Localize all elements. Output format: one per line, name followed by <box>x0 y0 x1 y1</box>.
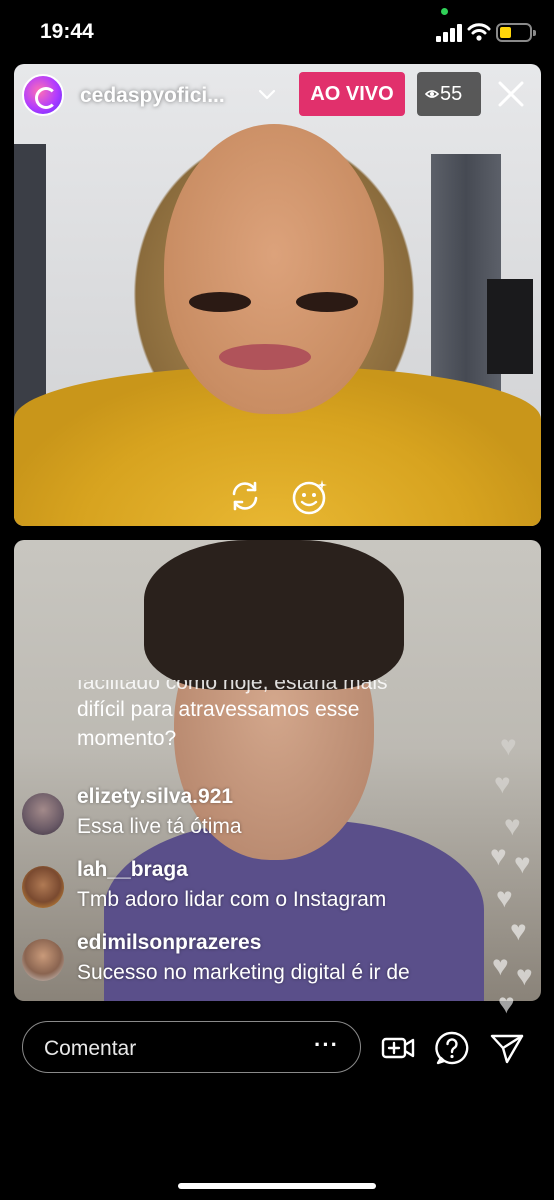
comment-username[interactable]: lah__braga <box>77 858 188 882</box>
eye-icon <box>424 73 440 117</box>
live-badge: AO VIVO <box>299 72 405 116</box>
flip-camera-icon[interactable] <box>227 478 263 514</box>
viewer-count-value: 55 <box>440 83 463 105</box>
heart-icon: ♥ <box>504 810 521 841</box>
comments-feed[interactable]: facilitado como hoje, estaria mais difíc… <box>14 540 541 1001</box>
comment-placeholder: Comentar <box>44 1037 137 1060</box>
comment-text: Tmb adoro lidar com o Instagram <box>77 888 387 911</box>
comment-input[interactable]: Comentar ··· <box>22 1021 361 1073</box>
status-bar: 19:44 <box>0 0 554 64</box>
heart-icon: ♥ <box>510 915 527 946</box>
host-avatar[interactable] <box>22 74 64 116</box>
live-header: cedaspyofici... AO VIVO 55 <box>0 64 554 130</box>
chevron-down-icon[interactable] <box>257 84 277 104</box>
cellular-signal-icon <box>436 24 462 42</box>
comment-username[interactable]: elizety.silva.921 <box>77 785 233 809</box>
heart-icon: ♥ <box>490 840 507 871</box>
heart-icon: ♥ <box>494 768 511 799</box>
viewer-count[interactable]: 55 <box>417 72 481 116</box>
close-icon[interactable] <box>495 78 527 110</box>
comment-partial-line: facilitado como hoje, estaria mais <box>77 671 388 694</box>
face-effects-icon[interactable] <box>291 478 329 516</box>
video-add-icon[interactable] <box>380 1030 416 1066</box>
battery-icon <box>496 23 536 42</box>
comment-text: Essa live tá ótima <box>77 815 242 838</box>
heart-icon: ♥ <box>492 950 509 981</box>
hearts-animation: ♥ ♥ ♥ ♥ ♥ ♥ ♥ ♥ ♥ ♥ <box>488 730 548 1030</box>
send-icon[interactable] <box>489 1030 525 1066</box>
heart-icon: ♥ <box>514 848 531 879</box>
comment-username[interactable]: edimilsonprazeres <box>77 931 261 955</box>
question-icon[interactable] <box>434 1030 470 1066</box>
status-time: 19:44 <box>40 20 94 43</box>
comment-partial-line: momento? <box>77 727 177 750</box>
more-options-icon[interactable]: ··· <box>314 1032 339 1058</box>
avatar[interactable] <box>22 939 64 981</box>
heart-icon: ♥ <box>500 730 517 761</box>
heart-icon: ♥ <box>498 988 515 1019</box>
avatar[interactable] <box>22 866 64 908</box>
comment-partial-line: difícil para atravessamos esse <box>77 698 360 721</box>
avatar[interactable] <box>22 793 64 835</box>
heart-icon: ♥ <box>516 960 533 991</box>
wifi-icon <box>467 23 491 41</box>
camera-controls <box>0 470 554 524</box>
heart-icon: ♥ <box>496 882 513 913</box>
camera-in-use-indicator <box>441 8 448 15</box>
host-username[interactable]: cedaspyofici... <box>80 84 225 108</box>
comment-text: Sucesso no marketing digital é ir de <box>77 961 410 984</box>
home-indicator[interactable] <box>178 1183 376 1189</box>
host-video-feed <box>14 64 541 526</box>
